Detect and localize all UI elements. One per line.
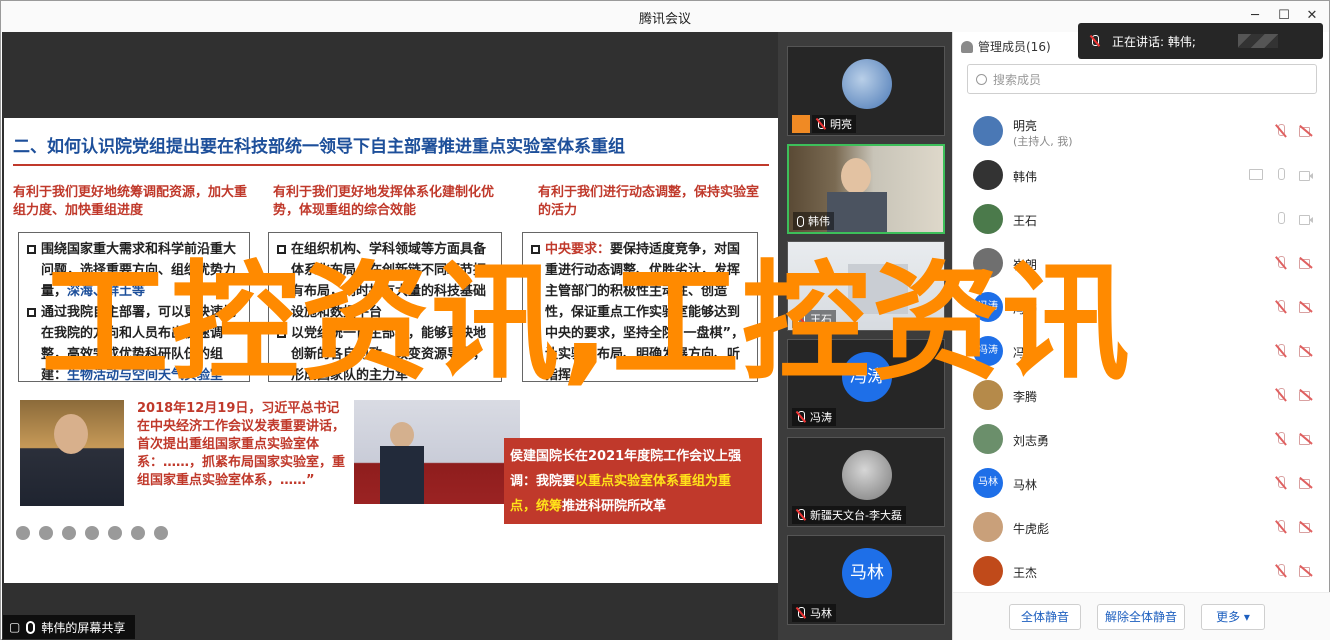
slide-divider bbox=[13, 164, 769, 166]
panel-title: 管理成员(16) bbox=[978, 40, 1051, 54]
avatar bbox=[973, 512, 1003, 542]
subtitle-icon[interactable] bbox=[131, 526, 145, 540]
member-name: 刘志勇 bbox=[1013, 434, 1050, 448]
speaking-toast: 正在讲话: 韩伟; bbox=[1078, 23, 1323, 59]
avatar bbox=[973, 424, 1003, 454]
mic-off-icon[interactable] bbox=[1273, 388, 1289, 402]
pen-icon[interactable] bbox=[62, 526, 76, 540]
mic-off-icon[interactable] bbox=[1273, 432, 1289, 446]
member-name: 马林 bbox=[1013, 478, 1038, 492]
video-tile[interactable]: 新疆天文台-李大磊 bbox=[787, 437, 945, 527]
more-button[interactable]: 更多 ▾ bbox=[1201, 604, 1265, 630]
tile-name: 马林 bbox=[810, 607, 832, 620]
mic-off-icon bbox=[796, 607, 806, 619]
mic-off-icon[interactable] bbox=[1273, 124, 1289, 138]
member-name: 牛虎彪 bbox=[1013, 522, 1050, 536]
mute-all-button[interactable]: 全体静音 bbox=[1009, 604, 1081, 630]
tile-name: 新疆天文台-李大磊 bbox=[810, 509, 902, 522]
member-row[interactable]: 马林 马林 bbox=[953, 462, 1330, 506]
mic-off-icon[interactable] bbox=[1273, 256, 1289, 270]
column-heading-1: 有利于我们更好地统筹调配资源，加大重组力度、加快重组进度 bbox=[13, 185, 248, 218]
avatar bbox=[842, 450, 892, 500]
member-role: (主持人, 我) bbox=[1013, 135, 1073, 148]
conference-photo bbox=[354, 400, 520, 504]
search-placeholder: 搜索成员 bbox=[993, 72, 1042, 87]
member-row[interactable]: 刘志勇 bbox=[953, 418, 1330, 462]
camera-off-icon[interactable] bbox=[1298, 124, 1314, 138]
tile-name: 明亮 bbox=[830, 118, 852, 131]
column-heading-3: 有利于我们进行动态调整，保持实验室的活力 bbox=[538, 185, 760, 218]
mic-off-icon bbox=[796, 411, 806, 423]
member-row[interactable]: 韩伟 bbox=[953, 154, 1330, 198]
mic-off-icon[interactable] bbox=[1273, 300, 1289, 314]
sharer-label: ▢ 韩伟的屏幕共享 bbox=[3, 615, 136, 639]
slide-toolbar bbox=[16, 526, 168, 540]
member-name: 明亮 bbox=[1013, 119, 1038, 133]
logo-icon bbox=[1237, 34, 1278, 48]
member-row[interactable]: 王石 bbox=[953, 198, 1330, 242]
share-screen-icon: ▢ bbox=[9, 620, 21, 634]
mic-off-icon[interactable] bbox=[1273, 476, 1289, 490]
search-icon bbox=[976, 73, 987, 85]
mic-icon[interactable] bbox=[1273, 212, 1289, 226]
avatar bbox=[973, 160, 1003, 190]
speech-photo bbox=[20, 400, 124, 506]
avatar bbox=[973, 556, 1003, 586]
member-row[interactable]: 王杰 bbox=[953, 550, 1330, 594]
camera-off-icon[interactable] bbox=[1298, 256, 1314, 270]
quote-text: 2018年12月19日，习近平总书记在中央经济工作会议发表重要讲话，首次提出重组… bbox=[137, 401, 346, 488]
camera-off-icon[interactable] bbox=[1298, 564, 1314, 578]
next-slide-icon[interactable] bbox=[39, 526, 53, 540]
column-heading-2: 有利于我们更好地发挥体系化建制化优势，体现重组的综合效能 bbox=[273, 185, 495, 218]
video-tile[interactable]: 马林 马林 bbox=[787, 535, 945, 625]
host-icon bbox=[792, 115, 810, 133]
camera-off-icon[interactable] bbox=[1298, 476, 1314, 490]
avatar: 马林 bbox=[973, 468, 1003, 498]
avatar bbox=[842, 59, 892, 109]
tile-name: 韩伟 bbox=[808, 215, 830, 228]
camera-off-icon[interactable] bbox=[1298, 388, 1314, 402]
members-icon bbox=[961, 40, 973, 53]
screen-share-icon[interactable] bbox=[1248, 168, 1264, 182]
mic-off-icon bbox=[816, 118, 826, 130]
mic-off-icon[interactable] bbox=[1273, 344, 1289, 358]
member-row[interactable]: 牛虎彪 bbox=[953, 506, 1330, 550]
video-tile[interactable]: 明亮 bbox=[787, 46, 945, 136]
camera-icon[interactable] bbox=[1298, 168, 1314, 182]
camera-off-icon[interactable] bbox=[1298, 520, 1314, 534]
tile-name: 冯涛 bbox=[810, 411, 832, 424]
member-name: 王杰 bbox=[1013, 566, 1038, 580]
speaking-text: 正在讲话: 韩伟; bbox=[1112, 34, 1196, 49]
mic-off-icon[interactable] bbox=[1273, 564, 1289, 578]
more-icon[interactable] bbox=[154, 526, 168, 540]
video-tile[interactable]: 韩伟 bbox=[787, 144, 945, 234]
slide-title: 二、如何认识院党组提出要在科技部统一领导下自主部署推进重点实验室体系重组 bbox=[13, 137, 625, 157]
search-input[interactable]: 搜索成员 bbox=[967, 64, 1317, 94]
panel-header: 管理成员(16) bbox=[961, 38, 1051, 55]
panel-footer: 全体静音 解除全体静音 更多 ▾ bbox=[953, 592, 1330, 640]
zoom-icon[interactable] bbox=[85, 526, 99, 540]
mic-icon bbox=[797, 215, 804, 227]
avatar bbox=[973, 204, 1003, 234]
meeting-window: 腾讯会议 ─ ☐ ✕ 二、如何认识院党组提出要在科技部统一领导下自主部署推进重点… bbox=[0, 0, 1330, 640]
member-row[interactable]: 明亮 (主持人, 我) bbox=[953, 110, 1330, 154]
avatar: 马林 bbox=[842, 548, 892, 598]
avatar bbox=[973, 116, 1003, 146]
prev-slide-icon[interactable] bbox=[16, 526, 30, 540]
member-name: 韩伟 bbox=[1013, 170, 1038, 184]
camera-off-icon[interactable] bbox=[1298, 300, 1314, 314]
camera-off-icon[interactable] bbox=[1298, 432, 1314, 446]
camera-off-icon[interactable] bbox=[1298, 344, 1314, 358]
mic-off-icon bbox=[1090, 35, 1100, 47]
camera-icon[interactable] bbox=[108, 526, 122, 540]
watermark: 工控资讯,工控资讯 bbox=[41, 249, 1132, 398]
mic-off-icon[interactable] bbox=[1273, 520, 1289, 534]
mic-icon[interactable] bbox=[1273, 168, 1289, 182]
unmute-all-button[interactable]: 解除全体静音 bbox=[1097, 604, 1185, 630]
mic-icon bbox=[26, 620, 36, 634]
callout-box: 侯建国院长在2021年度院工作会议上强调：我院要以重点实验室体系重组为重点，统筹… bbox=[504, 438, 762, 524]
mic-off-icon bbox=[796, 509, 806, 521]
camera-icon[interactable] bbox=[1298, 212, 1314, 226]
member-name: 王石 bbox=[1013, 214, 1038, 228]
